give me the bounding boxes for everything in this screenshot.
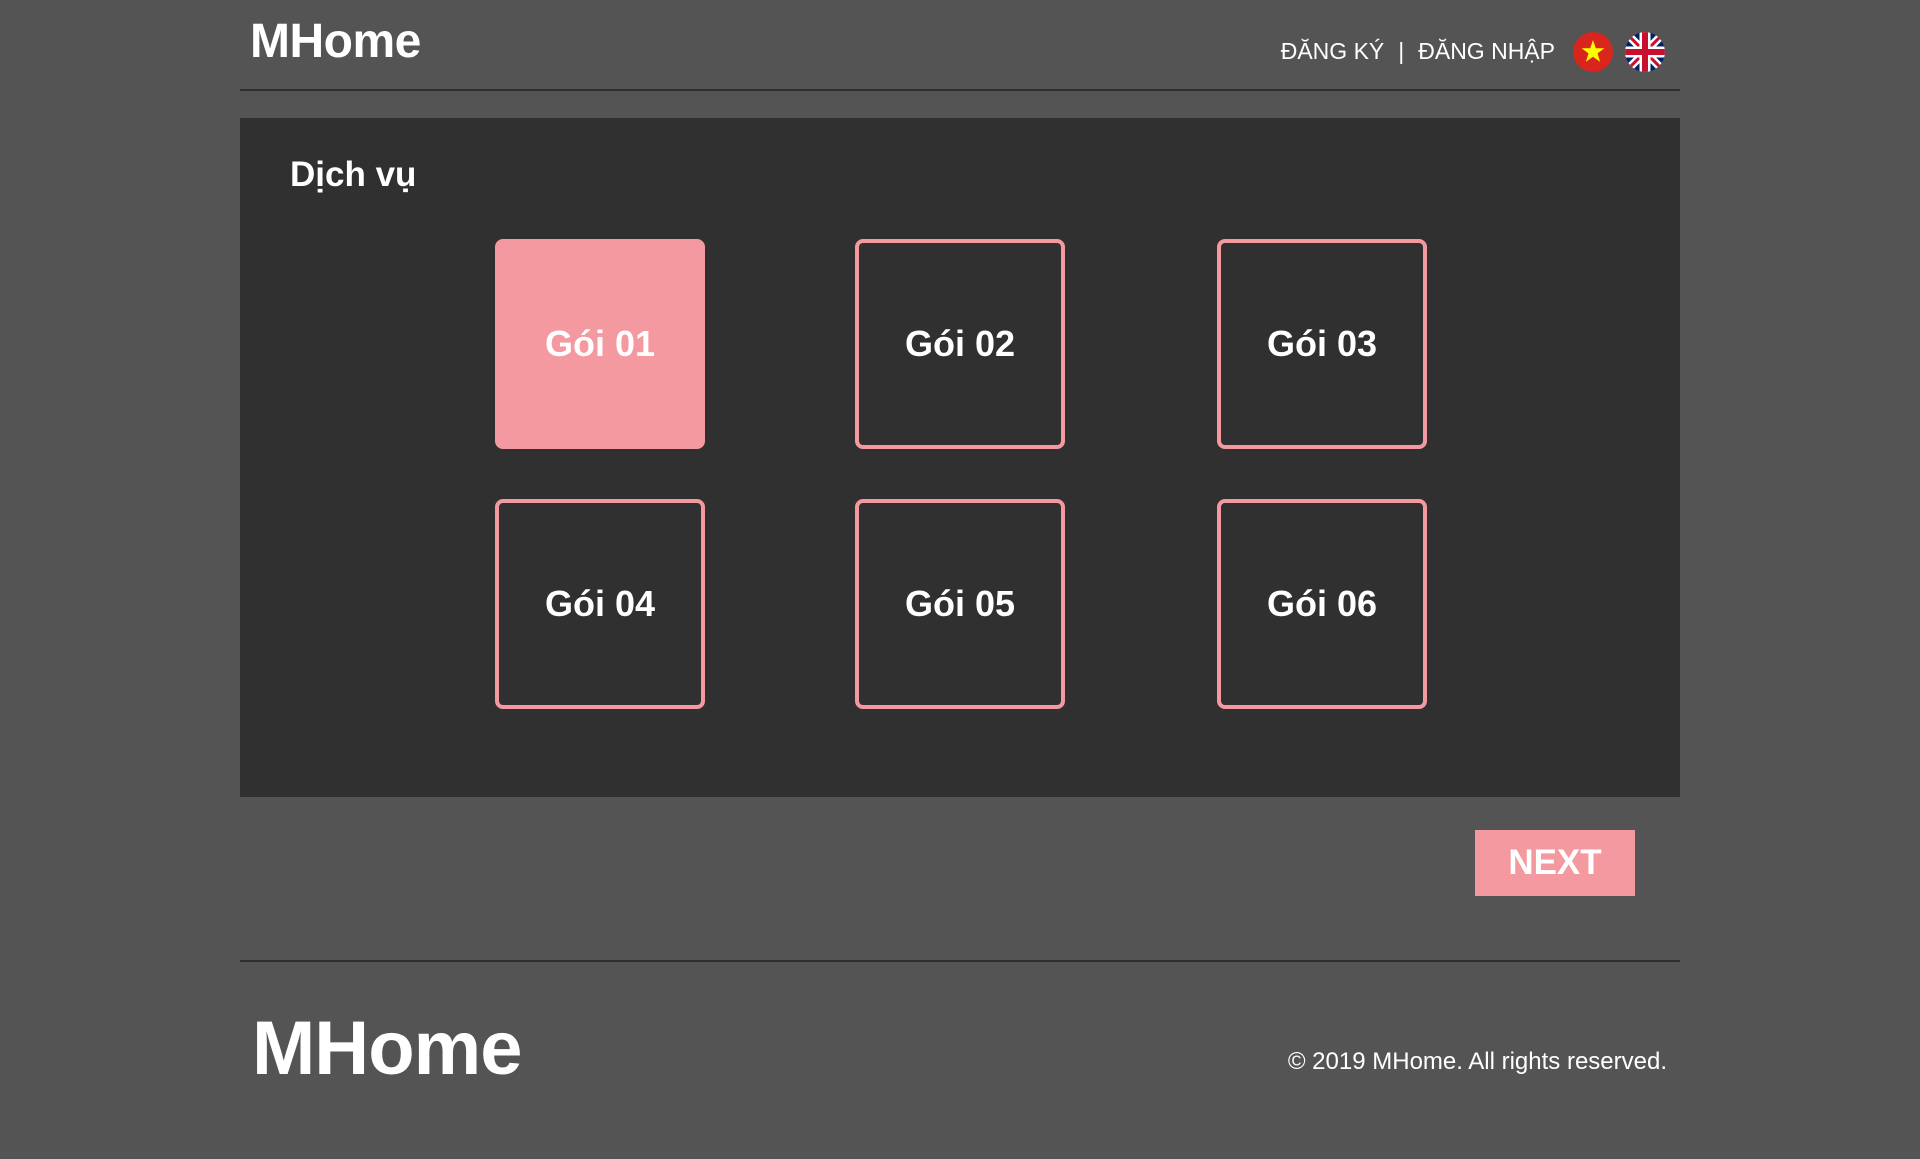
auth-links: ĐĂNG KÝ | ĐĂNG NHẬP: [1281, 38, 1555, 65]
language-switcher: [1573, 32, 1665, 72]
package-05-button[interactable]: Gói 05: [855, 499, 1065, 709]
page-container: MHome ĐĂNG KÝ | ĐĂNG NHẬP Dịch vụ Gói 01…: [240, 0, 1680, 1091]
copyright-text: © 2019 MHome. All rights reserved.: [1287, 1048, 1667, 1075]
package-02-button[interactable]: Gói 02: [855, 239, 1065, 449]
services-title: Dịch vụ: [290, 155, 417, 194]
vietnam-flag-icon[interactable]: [1573, 32, 1613, 72]
package-03-button[interactable]: Gói 03: [1217, 239, 1427, 449]
uk-flag-icon[interactable]: [1625, 32, 1665, 72]
header-logo[interactable]: MHome: [250, 14, 421, 69]
package-06-button[interactable]: Gói 06: [1217, 499, 1427, 709]
services-panel: Dịch vụ Gói 01 Gói 02 Gói 03 Gói 04 Gói …: [240, 118, 1680, 797]
site-header: MHome ĐĂNG KÝ | ĐĂNG NHẬP: [240, 0, 1680, 91]
auth-separator: |: [1398, 38, 1405, 64]
package-04-button[interactable]: Gói 04: [495, 499, 705, 709]
footer-logo: MHome: [252, 1006, 522, 1091]
register-link[interactable]: ĐĂNG KÝ: [1281, 38, 1385, 65]
login-link[interactable]: ĐĂNG NHẬP: [1418, 38, 1555, 65]
package-01-button[interactable]: Gói 01: [495, 239, 705, 449]
next-button[interactable]: NEXT: [1475, 830, 1635, 896]
footer-divider: [240, 960, 1680, 962]
